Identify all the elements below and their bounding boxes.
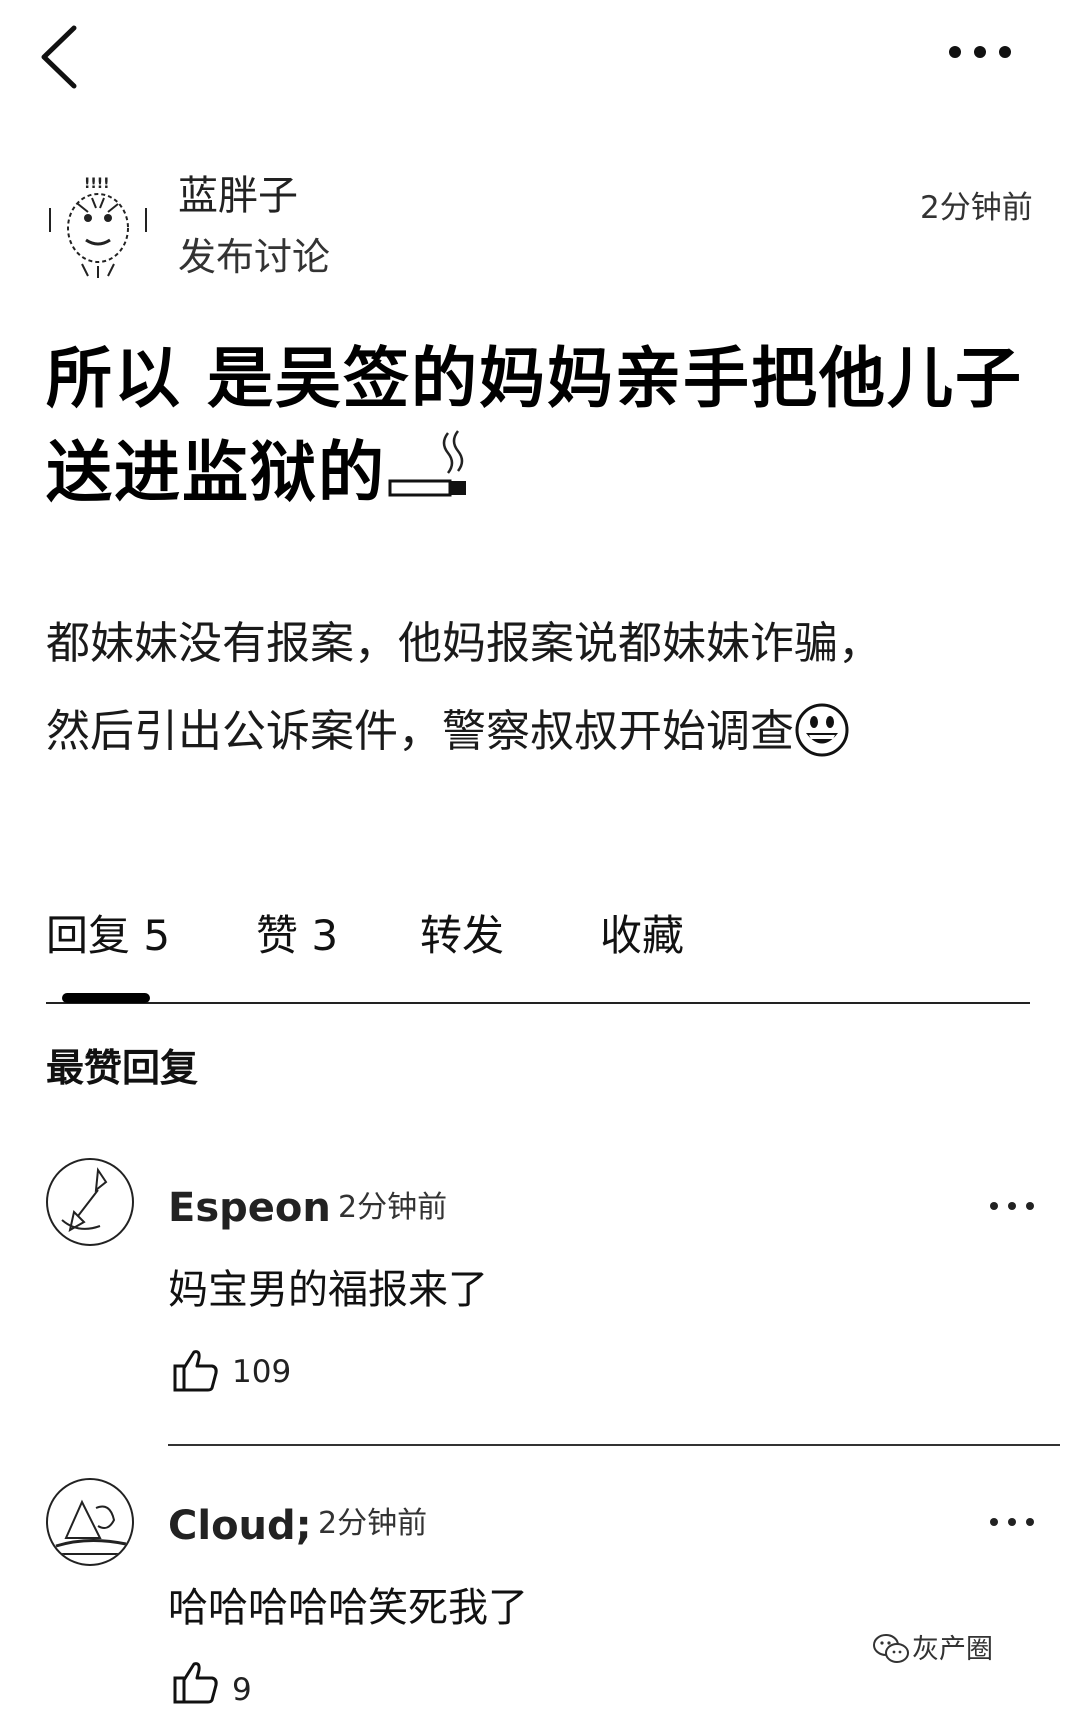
tab-replies[interactable]: 回复 5 <box>46 908 170 964</box>
commenter-avatar[interactable] <box>46 1158 134 1246</box>
sketch-avatar-icon <box>55 1499 127 1555</box>
back-chevron-icon <box>41 25 77 89</box>
comment-more-button[interactable] <box>988 1514 1036 1528</box>
tiger-avatar-icon: !!!! <box>49 176 147 278</box>
comment-like-button[interactable] <box>172 1346 220 1398</box>
more-dots-icon <box>990 1202 1034 1210</box>
comment-text: 妈宝男的福报来了 <box>168 1267 488 1313</box>
post-body-line: 都妹妹没有报案，他妈报案说都妹妹诈骗， <box>46 618 882 669</box>
post-timestamp: 2分钟前 <box>920 190 1033 226</box>
active-tab-indicator <box>62 993 150 1003</box>
top-replies-heading: 最赞回复 <box>46 1046 199 1090</box>
more-dots-icon <box>990 1518 1034 1526</box>
thumbs-up-icon <box>173 1350 218 1392</box>
watermark-label: 灰产圈 <box>912 1634 993 1665</box>
back-button[interactable] <box>34 22 94 92</box>
post-body-line-text: 然后引出公诉案件，警察叔叔开始调查 <box>46 706 794 757</box>
comment-text: 哈哈哈哈哈笑死我了 <box>168 1585 528 1631</box>
sketch-avatar-icon <box>61 1167 108 1232</box>
tab-share[interactable]: 转发 <box>420 908 504 964</box>
more-dots-icon <box>949 46 1011 58</box>
comment-like-count: 9 <box>232 1672 252 1708</box>
comment-like-button[interactable] <box>172 1658 220 1710</box>
commenter-name[interactable]: Cloud; <box>168 1500 312 1552</box>
commenter-name[interactable]: Espeon <box>168 1182 331 1234</box>
post-body-line: 然后引出公诉案件，警察叔叔开始调查 <box>46 688 1046 788</box>
tabs-divider <box>46 1002 1030 1004</box>
thumbs-up-icon <box>173 1662 218 1704</box>
post-title: 所以 是吴签的妈妈亲手把他儿子送进监狱的 <box>46 332 1046 526</box>
more-options-button[interactable] <box>945 40 1015 64</box>
commenter-avatar[interactable] <box>46 1478 134 1566</box>
comment-timestamp: 2分钟前 <box>338 1190 448 1225</box>
cigarette-emoji-icon <box>386 429 470 526</box>
author-name[interactable]: 蓝胖子 <box>178 170 298 222</box>
svg-text:!!!!: !!!! <box>84 176 110 192</box>
post-body: 都妹妹没有报案，他妈报案说都妹妹诈骗， 然后引出公诉案件，警察叔叔开始调查 <box>46 600 1046 788</box>
comment-divider <box>168 1444 1060 1446</box>
tab-likes[interactable]: 赞 3 <box>256 908 338 964</box>
author-avatar[interactable]: !!!! <box>48 168 148 280</box>
tab-favorite[interactable]: 收藏 <box>600 908 684 964</box>
comment-timestamp: 2分钟前 <box>318 1506 428 1541</box>
wechat-logo-icon <box>872 1632 910 1670</box>
post-title-text: 所以 是吴签的妈妈亲手把他儿子送进监狱的 <box>46 340 1023 511</box>
comment-more-button[interactable] <box>988 1198 1036 1212</box>
grinning-face-emoji-icon <box>794 700 850 788</box>
author-action-label: 发布讨论 <box>178 235 331 279</box>
comment-like-count: 109 <box>232 1354 292 1390</box>
